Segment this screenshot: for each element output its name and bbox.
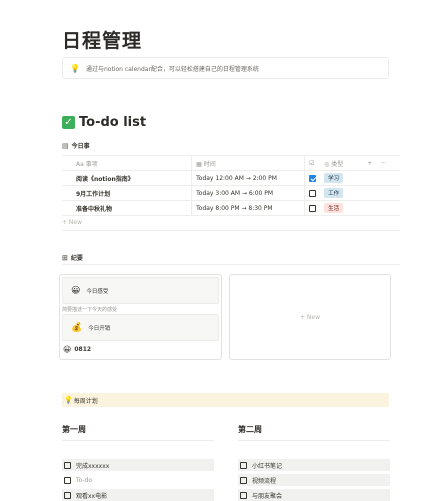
table-row[interactable]: 准备中秋礼物 Today 8:00 PM → 8:30 PM 生活	[62, 200, 400, 216]
task-type[interactable]: 学习	[320, 170, 364, 186]
checkbox-icon[interactable]	[240, 476, 247, 484]
card-title-text: 0812	[74, 346, 92, 353]
todo-item[interactable]: 与朋友聚会	[238, 489, 390, 501]
todo-item-text: 小红书笔记	[252, 462, 283, 470]
smile-emoji-icon: 😀	[63, 345, 72, 354]
checkbox-icon[interactable]	[309, 204, 317, 212]
checkbox-icon[interactable]	[309, 174, 317, 182]
todo-item[interactable]: To-do	[62, 474, 214, 486]
card-title: 😀 0812	[63, 345, 91, 354]
gallery-view-tab[interactable]: ⊞ 纪要	[62, 253, 83, 263]
lightbulb-icon: 💡	[64, 396, 73, 404]
task-name[interactable]: 准备中秋礼物	[62, 200, 193, 216]
money-bag-icon: 💰	[71, 322, 83, 333]
callout-text: 通过与notion calendar配合，可以轻松搭建自己的日程管理系统	[85, 65, 259, 73]
todo-item-text: 完成xxxxxx	[76, 462, 110, 470]
notion-page: 日程管理 💡 通过与notion calendar配合，可以轻松搭建自己的日程管…	[0, 0, 447, 501]
table-view-icon: ▤	[62, 141, 69, 150]
todo-item[interactable]: 小红书笔记	[238, 459, 390, 471]
gallery-new-card-button[interactable]: + New	[229, 274, 391, 360]
card-block-label: 今日开销	[88, 325, 111, 332]
more-options-button[interactable]: ···	[376, 155, 400, 171]
callout-block[interactable]: 💡 通过与notion calendar配合，可以轻松搭建自己的日程管理系统	[62, 57, 389, 79]
done-checkbox[interactable]	[304, 170, 321, 186]
task-name[interactable]: 9月工作计划	[62, 185, 193, 201]
column-header-name[interactable]: Aa 事项	[62, 155, 193, 171]
divider	[62, 230, 400, 231]
card-block-feeling: 😀 今日感受	[62, 277, 219, 304]
task-type[interactable]: 生活	[320, 200, 364, 216]
column-header-type[interactable]: ◎ 类型	[320, 155, 364, 171]
task-type[interactable]: 工作	[320, 185, 364, 201]
checkbox-icon[interactable]	[64, 491, 71, 499]
lightbulb-icon: 💡	[70, 63, 80, 73]
todo-item-text: 观看xx电影	[76, 492, 108, 500]
todo-item-text: 与朋友聚会	[252, 492, 283, 500]
table-row[interactable]: 9月工作计划 Today 3:00 AM → 6:00 PM 工作	[62, 185, 400, 201]
column-header-done[interactable]: ☑	[304, 155, 321, 171]
done-checkbox[interactable]	[304, 200, 321, 216]
column-header-time[interactable]: ▦ 时间	[191, 155, 306, 171]
divider	[62, 264, 400, 265]
week-1-heading: 第一周	[62, 425, 86, 434]
divider	[62, 440, 214, 441]
todo-item[interactable]: 观看xx电影	[62, 489, 214, 501]
table-view-tab[interactable]: ▤ 今日事	[62, 141, 90, 151]
page-title: 日程管理	[62, 30, 143, 52]
card-hint-text: 简要描述一下今天的感受	[62, 307, 118, 313]
gallery-view-icon: ⊞	[62, 253, 68, 262]
task-name[interactable]: 阅读《notion指南》	[62, 170, 193, 186]
weekly-plan-callout: 💡 每周计划	[62, 393, 389, 407]
task-time[interactable]: Today 12:00 AM → 2:00 PM	[191, 170, 306, 186]
task-time[interactable]: Today 3:00 AM → 6:00 PM	[191, 185, 306, 201]
checkbox-icon[interactable]	[64, 461, 71, 469]
checkbox-icon[interactable]	[240, 491, 247, 499]
check-mark-icon: ✓	[62, 116, 75, 129]
table-row[interactable]: 阅读《notion指南》 Today 12:00 AM → 2:00 PM 学习	[62, 170, 400, 186]
card-block-expense: 💰 今日开销	[62, 314, 219, 341]
week-2-heading: 第二周	[238, 425, 262, 434]
tasks-table: Aa 事项 ▦ 时间 ☑ ◎ 类型 + ··· 阅读《notion指南》 Toda…	[62, 155, 400, 216]
todo-item-text: 视频流程	[252, 477, 277, 485]
task-time[interactable]: Today 8:00 PM → 8:30 PM	[191, 200, 306, 216]
todo-item-text: To-do	[76, 476, 93, 484]
divider	[238, 440, 390, 441]
done-checkbox[interactable]	[304, 185, 321, 201]
checkbox-icon[interactable]	[240, 461, 247, 469]
todo-heading: ✓ To-do list	[62, 115, 146, 130]
card-block-label: 今日感受	[86, 288, 109, 295]
type-tag: 生活	[324, 203, 344, 213]
checkbox-icon[interactable]	[64, 476, 71, 484]
calendar-icon: ▦	[196, 160, 204, 168]
new-row-button[interactable]: + New	[62, 219, 82, 226]
todo-heading-text: To-do list	[79, 115, 147, 130]
weekly-plan-label: 每周计划	[73, 397, 98, 405]
gallery-view-name: 纪要	[70, 255, 83, 262]
add-column-button[interactable]: +	[363, 155, 377, 171]
todo-item[interactable]: 视频流程	[238, 474, 390, 486]
checkbox-icon[interactable]	[309, 189, 317, 197]
table-header-row: Aa 事项 ▦ 时间 ☑ ◎ 类型 + ···	[62, 155, 400, 171]
todo-item[interactable]: 完成xxxxxx	[62, 459, 214, 471]
table-view-name: 今日事	[71, 143, 90, 150]
type-tag: 学习	[324, 173, 344, 183]
smile-emoji-icon: 😀	[71, 285, 81, 296]
type-tag: 工作	[324, 188, 344, 198]
